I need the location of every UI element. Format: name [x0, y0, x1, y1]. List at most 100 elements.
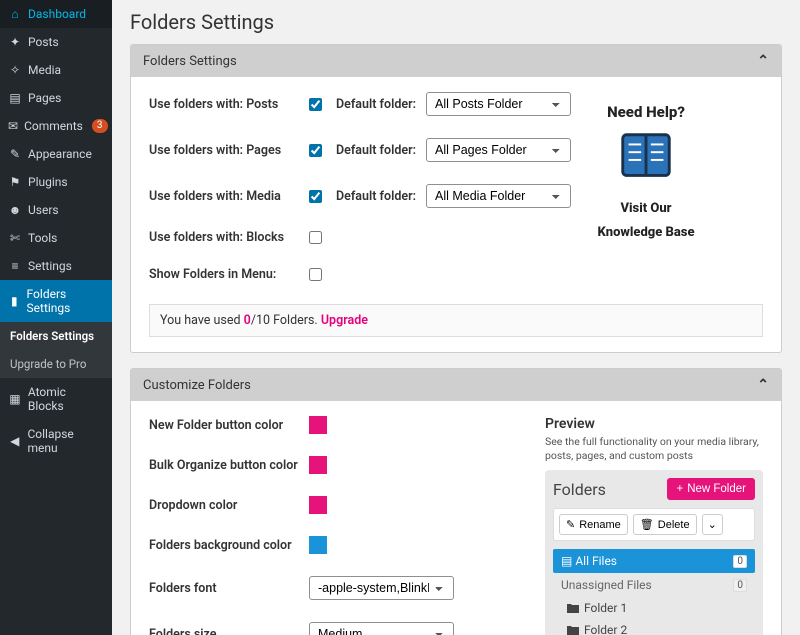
checkbox-pages[interactable] [309, 144, 322, 157]
main-content: Folders Settings Folders Settings ⌃ Use … [112, 0, 800, 635]
comments-badge: 3 [92, 119, 108, 133]
preview-header: Folders + New Folder [553, 478, 755, 500]
folder-icon: ▮ [8, 294, 21, 308]
preview-title: Preview [545, 416, 763, 432]
sidebar-item-atomic-blocks[interactable]: ▦ Atomic Blocks [0, 378, 112, 420]
customize-body: New Folder button color Bulk Organize bu… [131, 401, 781, 635]
label-newfolder-color: New Folder button color [149, 418, 309, 433]
pin-icon: ✦ [8, 35, 22, 49]
panel-head-customize[interactable]: Customize Folders ⌃ [131, 369, 781, 401]
sidebar-label: Comments [24, 119, 83, 133]
sidebar-sub-label: Upgrade to Pro [10, 357, 86, 371]
swatch-newfolder[interactable] [309, 416, 327, 434]
unassigned-label: Unassigned Files [561, 578, 652, 592]
preview-section: Preview See the full functionality on yo… [545, 416, 763, 635]
row-font: Folders font -apple-system,BlinkMa [149, 576, 525, 600]
default-label-pages: Default folder: [336, 143, 416, 158]
select-media-default[interactable]: All Media Folder [426, 184, 571, 208]
row-size: Folders size Medium [149, 622, 525, 635]
admin-sidebar: ⌂Dashboard ✦Posts ✧Media ▤Pages ✉Comment… [0, 0, 112, 635]
label-pages: Use folders with: Pages [149, 143, 309, 158]
usage-notice: You have used 0/10 Folders. Upgrade [149, 304, 763, 337]
sidebar-label: Pages [28, 91, 61, 105]
plug-icon: ⚑ [8, 175, 22, 189]
swatch-bulk[interactable] [309, 456, 327, 474]
label-dropdown-color: Dropdown color [149, 498, 309, 513]
sidebar-item-dashboard[interactable]: ⌂ Dashboard [0, 0, 112, 28]
sidebar-label: Appearance [28, 147, 92, 161]
preview-toolbar: ✎Rename 🗑Delete ⌄ [553, 508, 755, 541]
sidebar-item-tools[interactable]: ✄Tools [0, 224, 112, 252]
label-bg-color: Folders background color [149, 538, 309, 553]
sidebar-label: Dashboard [28, 7, 86, 21]
new-folder-label: New Folder [687, 483, 746, 495]
upgrade-link[interactable]: Upgrade [321, 313, 368, 328]
checkbox-blocks[interactable] [309, 231, 322, 244]
select-posts-default[interactable]: All Posts Folder [426, 92, 571, 116]
media-icon: ✧ [8, 63, 22, 77]
select-size[interactable]: Medium [309, 622, 454, 635]
book-icon [615, 127, 677, 189]
sidebar-label: Posts [28, 35, 59, 49]
sidebar-item-pages[interactable]: ▤Pages [0, 84, 112, 112]
sidebar-item-posts[interactable]: ✦ Posts [0, 28, 112, 56]
label-font: Folders font [149, 581, 309, 596]
sidebar-label: Folders Settings [27, 287, 104, 315]
row-menu: Show Folders in Menu: [149, 267, 763, 282]
users-icon: ☻ [8, 203, 22, 217]
sliders-icon: ≡ [8, 259, 22, 273]
default-label-posts: Default folder: [336, 97, 416, 112]
delete-button[interactable]: 🗑Delete [633, 514, 697, 535]
more-button[interactable]: ⌄ [702, 514, 723, 535]
customize-options: New Folder button color Bulk Organize bu… [149, 416, 525, 635]
sidebar-item-media[interactable]: ✧ Media [0, 56, 112, 84]
select-pages-default[interactable]: All Pages Folder [426, 138, 571, 162]
swatch-bg[interactable] [309, 536, 327, 554]
tree-all-files[interactable]: ▤ All Files 0 [553, 549, 755, 573]
chevron-up-icon: ⌃ [757, 53, 769, 69]
sidebar-sub-upgrade[interactable]: Upgrade to Pro [0, 350, 112, 378]
sidebar-label: Atomic Blocks [28, 385, 104, 413]
sidebar-label: Media [28, 63, 61, 77]
label-blocks: Use folders with: Blocks [149, 230, 309, 245]
sidebar-submenu: Folders Settings Upgrade to Pro [0, 322, 112, 378]
help-box[interactable]: Need Help? Visit Our Knowledge Base [561, 103, 731, 240]
help-title: Need Help? [561, 103, 731, 121]
blocks-icon: ▦ [8, 392, 22, 406]
sidebar-label: Users [28, 203, 59, 217]
sidebar-item-plugins[interactable]: ⚑ Plugins [0, 168, 112, 196]
select-font[interactable]: -apple-system,BlinkMa [309, 576, 454, 600]
checkbox-posts[interactable] [309, 98, 322, 111]
tree-folder-1[interactable]: Folder 1 [553, 597, 755, 619]
sidebar-item-folders-settings[interactable]: ▮ Folders Settings [0, 280, 112, 322]
sidebar-item-settings[interactable]: ≡Settings [0, 252, 112, 280]
tree-unassigned[interactable]: Unassigned Files 0 [553, 573, 755, 597]
dashboard-icon: ⌂ [8, 7, 22, 21]
swatch-dropdown[interactable] [309, 496, 327, 514]
new-folder-button[interactable]: + New Folder [667, 478, 755, 500]
sidebar-item-users[interactable]: ☻ Users [0, 196, 112, 224]
sidebar-sub-folders-settings[interactable]: Folders Settings [0, 322, 112, 350]
plus-icon: + [676, 483, 683, 495]
rename-button[interactable]: ✎Rename [559, 514, 628, 535]
checkbox-menu[interactable] [309, 268, 322, 281]
label-bulk-color: Bulk Organize button color [149, 458, 309, 473]
chevron-up-icon: ⌃ [757, 377, 769, 393]
sidebar-label: Plugins [28, 175, 68, 189]
checkbox-media[interactable] [309, 190, 322, 203]
kb-line1: Visit Our [561, 201, 731, 217]
tree-folder-2[interactable]: Folder 2 [553, 619, 755, 635]
file-icon: ▤ [561, 554, 572, 568]
count-badge: 0 [733, 555, 747, 568]
preview-folders-label: Folders [553, 480, 606, 499]
panel-head[interactable]: Folders Settings ⌃ [131, 45, 781, 77]
chevron-down-icon: ⌄ [708, 518, 717, 531]
folders-settings-panel: Folders Settings ⌃ Use folders with: Pos… [130, 44, 782, 353]
delete-label: Delete [658, 519, 690, 531]
usage-count: 0 [244, 313, 251, 328]
sidebar-item-collapse[interactable]: ◀Collapse menu [0, 420, 112, 462]
label-media: Use folders with: Media [149, 189, 309, 204]
sidebar-item-comments[interactable]: ✉Comments3 [0, 112, 112, 140]
sidebar-item-appearance[interactable]: ✎Appearance [0, 140, 112, 168]
usage-post: /10 Folders. [251, 313, 321, 328]
